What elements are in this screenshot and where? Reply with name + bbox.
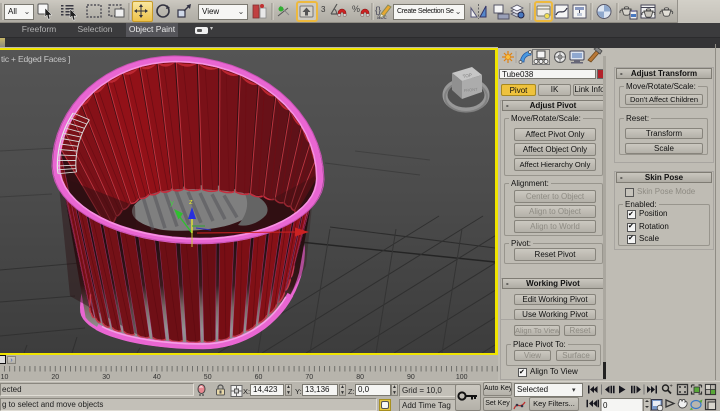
svg-text:90: 90 xyxy=(407,374,415,381)
svg-text:70: 70 xyxy=(305,374,313,381)
svg-text:50: 50 xyxy=(204,374,212,381)
svg-text:y: y xyxy=(170,198,174,207)
svg-text:20: 20 xyxy=(51,374,59,381)
svg-text:60: 60 xyxy=(255,374,263,381)
svg-text:30: 30 xyxy=(102,374,110,381)
svg-text:+: + xyxy=(670,384,673,390)
svg-text:%: % xyxy=(352,4,360,14)
svg-text:40: 40 xyxy=(153,374,161,381)
svg-text:0: 0 xyxy=(603,401,608,410)
svg-text:z: z xyxy=(189,197,193,206)
svg-text:3: 3 xyxy=(321,5,326,14)
svg-text:{}: {} xyxy=(375,5,381,15)
svg-text:10: 10 xyxy=(1,374,9,381)
svg-text:100: 100 xyxy=(456,374,468,381)
svg-text:80: 80 xyxy=(356,374,364,381)
